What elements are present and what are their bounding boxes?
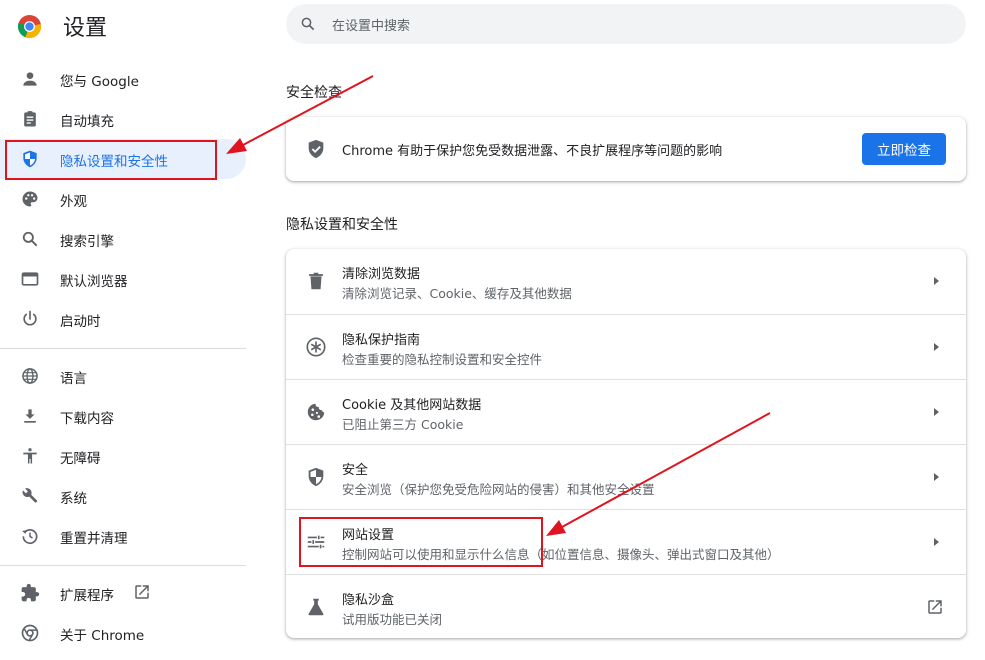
sidebar-item-label: 外观 [60, 194, 87, 210]
trash-icon [309, 272, 323, 290]
wrench-icon [22, 488, 38, 503]
security-shield-icon [308, 467, 324, 487]
safety-check-title: 安全检查 [286, 85, 342, 101]
sidebar-item-label: 系统 [60, 491, 87, 507]
browser-icon [21, 272, 39, 286]
chevron-right-icon [934, 343, 939, 351]
row-privacy-guide[interactable]: 隐私保护指南 检查重要的隐私控制设置和安全控件 [286, 314, 966, 380]
sidebar-item-label: 默认浏览器 [60, 274, 128, 290]
row-title: 隐私沙盒 [342, 593, 395, 608]
sidebar-divider [0, 565, 246, 566]
annotation-highlight-box [5, 140, 217, 180]
sidebar-item-label: 无障碍 [60, 451, 101, 467]
open-in-new-icon[interactable] [926, 598, 944, 616]
privacy-section-title: 隐私设置和安全性 [286, 217, 398, 233]
sidebar-item-autofill[interactable]: 自动填充 [0, 99, 246, 139]
search-icon [301, 17, 315, 31]
row-title: Cookie 及其他网站数据 [342, 398, 482, 413]
clipboard-icon [24, 111, 36, 127]
sidebar-item-label: 关于 Chrome [60, 628, 145, 644]
row-subtitle: 安全浏览（保护您免受危险网站的侵害）和其他安全设置 [342, 482, 655, 497]
annotation-highlight-box [299, 517, 543, 567]
sidebar-item-reset[interactable]: 重置并清理 [0, 516, 246, 556]
chevron-right-icon [934, 408, 939, 416]
search-input[interactable]: 在设置中搜索 [286, 4, 966, 44]
sidebar-item-about-chrome[interactable]: 关于 Chrome [0, 613, 246, 653]
row-cookies[interactable]: Cookie 及其他网站数据 已阻止第三方 Cookie [286, 379, 966, 445]
privacy-card: 清除浏览数据 清除浏览记录、Cookie、缓存及其他数据 隐私保护指南 检查重要… [286, 249, 966, 638]
row-subtitle: 已阻止第三方 Cookie [342, 417, 464, 432]
chrome-icon [21, 624, 39, 642]
sidebar-item-label: 您与 Google [60, 74, 139, 90]
sidebar-item-label: 扩展程序 [60, 588, 114, 604]
sidebar-item-you-and-google[interactable]: 您与 Google [0, 59, 246, 99]
safety-check-description: Chrome 有助于保护您免受数据泄露、不良扩展程序等问题的影响 [342, 144, 723, 159]
sidebar-item-accessibility[interactable]: 无障碍 [0, 436, 246, 476]
open-in-new-icon [135, 585, 149, 599]
row-subtitle: 检查重要的隐私控制设置和安全控件 [342, 352, 543, 367]
sidebar-item-system[interactable]: 系统 [0, 476, 246, 516]
sidebar-item-default-browser[interactable]: 默认浏览器 [0, 259, 246, 299]
row-title: 隐私保护指南 [342, 333, 421, 348]
cookie-icon [307, 403, 325, 421]
sidebar-item-label: 搜索引擎 [60, 234, 114, 250]
chevron-right-icon [934, 473, 939, 481]
sidebar-item-search-engine[interactable]: 搜索引擎 [0, 219, 246, 259]
row-title: 安全 [342, 463, 369, 478]
check-now-button[interactable]: 立即检查 [862, 133, 946, 165]
privacy-guide-icon [306, 337, 326, 357]
search-icon [22, 231, 38, 247]
download-icon [24, 409, 36, 423]
sidebar-item-label: 自动填充 [60, 114, 114, 130]
globe-icon [22, 368, 38, 384]
person-icon [23, 72, 37, 86]
accessibility-icon [23, 448, 37, 464]
safety-check-card: Chrome 有助于保护您免受数据泄露、不良扩展程序等问题的影响 立即检查 [286, 117, 966, 181]
row-title: 清除浏览数据 [342, 267, 421, 282]
sidebar-item-appearance[interactable]: 外观 [0, 179, 246, 219]
chrome-logo-icon [17, 12, 42, 40]
search-placeholder: 在设置中搜索 [332, 19, 411, 34]
sidebar-item-label: 下载内容 [60, 411, 114, 427]
sidebar-item-label: 语言 [60, 371, 87, 387]
sidebar-item-on-startup[interactable]: 启动时 [0, 299, 246, 339]
row-security[interactable]: 安全 安全浏览（保护您免受危险网站的侵害）和其他安全设置 [286, 444, 966, 510]
flask-icon [308, 598, 324, 616]
row-clear-browsing-data[interactable]: 清除浏览数据 清除浏览记录、Cookie、缓存及其他数据 [286, 249, 966, 314]
power-icon [23, 310, 37, 326]
sidebar-item-languages[interactable]: 语言 [0, 356, 246, 396]
sidebar-item-label: 启动时 [60, 314, 101, 330]
sidebar-divider [0, 348, 246, 349]
history-icon [22, 529, 38, 545]
page-title: 设置 [63, 16, 108, 41]
row-subtitle: 清除浏览记录、Cookie、缓存及其他数据 [342, 286, 572, 301]
chevron-right-icon [934, 277, 939, 285]
shield-check-icon [308, 139, 324, 159]
row-privacy-sandbox[interactable]: 隐私沙盒 试用版功能已关闭 [286, 574, 966, 639]
sidebar-item-label: 重置并清理 [60, 531, 128, 547]
sidebar-item-extensions[interactable]: 扩展程序 [0, 573, 246, 613]
sidebar-item-downloads[interactable]: 下载内容 [0, 396, 246, 436]
chevron-right-icon [934, 538, 939, 546]
row-subtitle: 试用版功能已关闭 [342, 612, 443, 627]
palette-icon [22, 191, 38, 207]
puzzle-icon [21, 583, 40, 602]
sidebar: 设置 您与 Google 自动填充 隐私设置和安全性 外观 搜索引擎 默认浏览器… [0, 0, 246, 660]
